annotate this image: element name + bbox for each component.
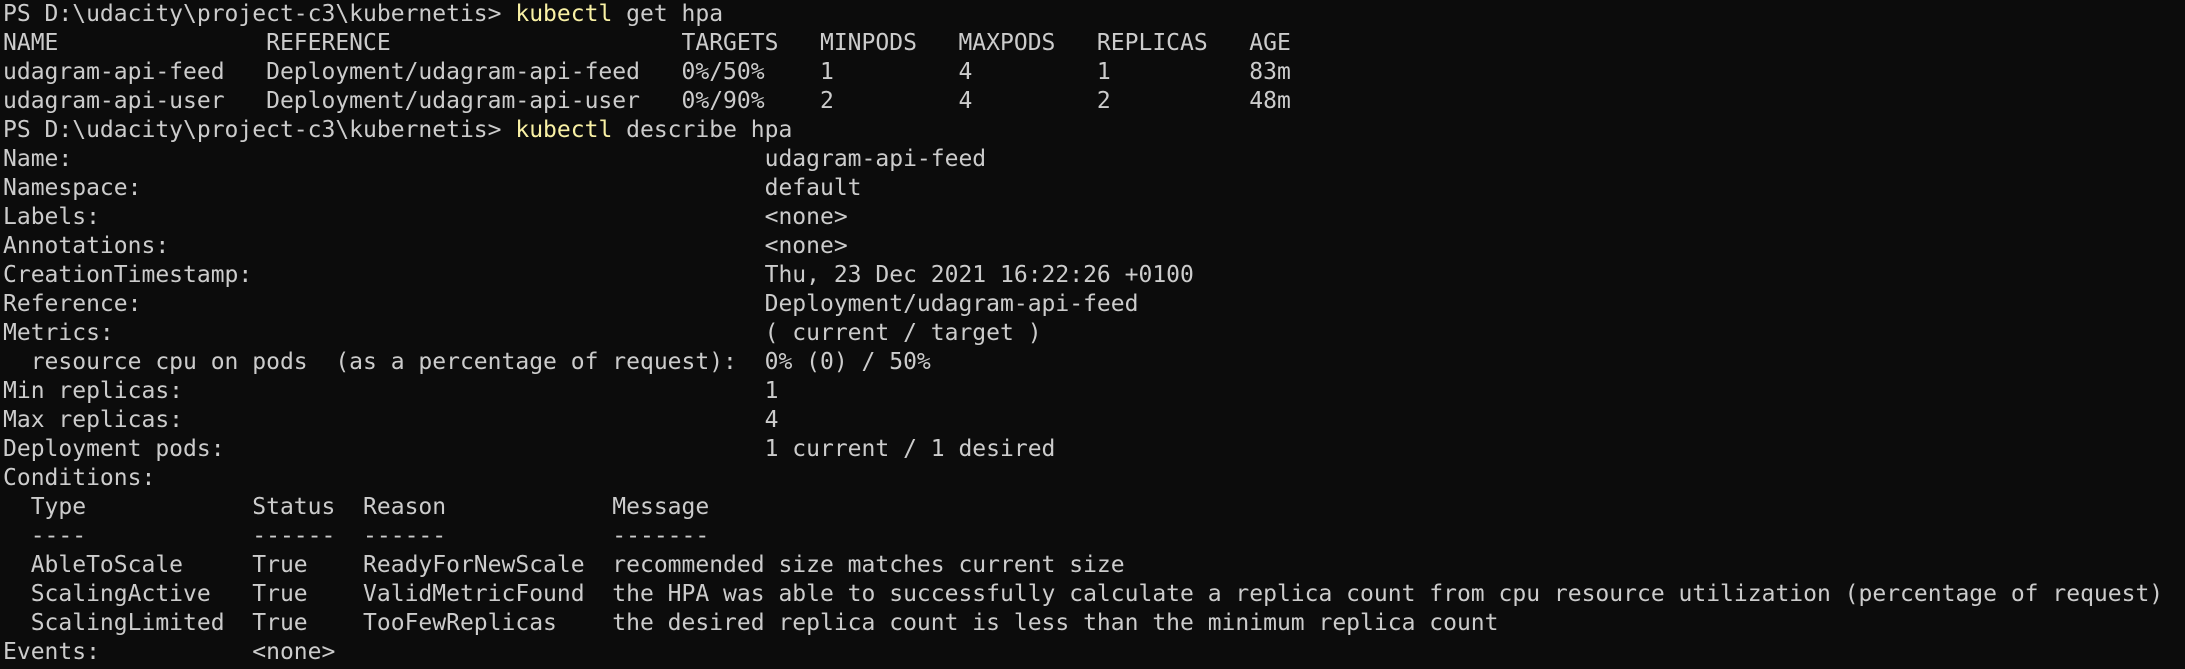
hpa-table-row: udagram-api-feed Deployment/udagram-api-… [3,59,1291,85]
prompt-line: PS D:\udacity\project-c3\kubernetis> kub… [3,116,2185,145]
describe-field-creation-timestamp: CreationTimestamp: Thu, 23 Dec 2021 16:2… [3,262,1194,288]
describe-field-reference: Reference: Deployment/udagram-api-feed [3,291,1139,317]
describe-field-max-replicas: Max replicas: 4 [3,407,779,433]
conditions-table-row: ScalingActive True ValidMetricFound the … [3,581,2164,607]
command-name: kubectl [515,1,613,27]
conditions-table-row: ScalingLimited True TooFewReplicas the d… [3,610,1499,636]
describe-field-metrics: Metrics: ( current / target ) [3,320,1042,346]
describe-field-annotations: Annotations: <none> [3,233,848,259]
describe-field-name: Name: udagram-api-feed [3,146,987,172]
terminal-window[interactable]: PS D:\udacity\project-c3\kubernetis> kub… [0,0,2185,669]
prompt-line: PS D:\udacity\project-c3\kubernetis> kub… [3,0,2185,29]
describe-field-deployment-pods: Deployment pods: 1 current / 1 desired [3,436,1056,462]
describe-field-events: Events: <none> [3,639,336,665]
prompt-text: PS D:\udacity\project-c3\kubernetis> [3,1,516,27]
command-name: kubectl [515,117,613,143]
conditions-table-divider: ---- ------ ------ ------- [3,523,710,549]
prompt-text: PS D:\udacity\project-c3\kubernetis> [3,117,516,143]
describe-field-labels: Labels: <none> [3,204,848,230]
describe-field-namespace: Namespace: default [3,175,862,201]
conditions-table-header: Type Status Reason Message [3,494,710,520]
hpa-table-row: udagram-api-user Deployment/udagram-api-… [3,88,1291,114]
command-args: describe hpa [612,117,793,143]
describe-field-metric-cpu: resource cpu on pods (as a percentage of… [3,349,931,375]
conditions-table-row: AbleToScale True ReadyForNewScale recomm… [3,552,1125,578]
describe-field-conditions: Conditions: [3,465,156,491]
describe-field-min-replicas: Min replicas: 1 [3,378,779,404]
command-args: get hpa [612,1,724,27]
hpa-table-header: NAME REFERENCE TARGETS MINPODS MAXPODS R… [3,30,1291,56]
